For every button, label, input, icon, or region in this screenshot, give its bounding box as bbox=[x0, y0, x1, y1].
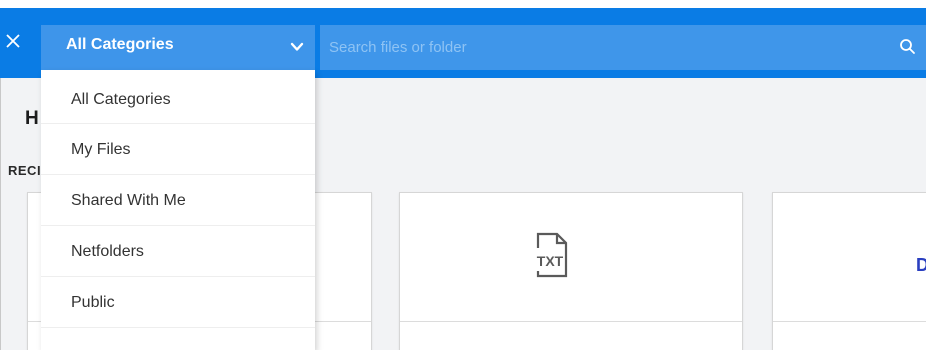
doc-file-icon: D bbox=[916, 255, 926, 275]
category-select[interactable]: All Categories bbox=[41, 25, 315, 70]
search-header: All Categories bbox=[0, 8, 926, 78]
txt-badge: TXT bbox=[537, 253, 564, 269]
menu-item-public[interactable]: Public bbox=[41, 277, 315, 328]
category-select-label: All Categories bbox=[66, 36, 174, 53]
file-card-txt[interactable]: TXT bbox=[399, 192, 743, 350]
page-title: H bbox=[25, 108, 39, 129]
search-input[interactable] bbox=[320, 25, 880, 70]
card-divider bbox=[773, 321, 926, 322]
txt-file-icon: TXT bbox=[537, 232, 568, 278]
file-card-doc[interactable]: D bbox=[772, 192, 926, 350]
card-divider bbox=[400, 321, 742, 322]
menu-item-shared-with-me[interactable]: Shared With Me bbox=[41, 175, 315, 226]
app-window: All Categories H RECI TXT D All Cate bbox=[0, 8, 926, 350]
chevron-down-icon bbox=[290, 42, 304, 51]
menu-item-all-categories[interactable]: All Categories bbox=[41, 70, 315, 124]
category-dropdown-menu: All Categories My Files Shared With Me N… bbox=[41, 70, 315, 350]
search-bar bbox=[320, 25, 926, 70]
menu-item-netfolders[interactable]: Netfolders bbox=[41, 226, 315, 277]
close-icon[interactable] bbox=[4, 32, 22, 50]
menu-item-my-files[interactable]: My Files bbox=[41, 124, 315, 175]
search-icon[interactable] bbox=[899, 38, 916, 55]
section-label-recent: RECI bbox=[8, 163, 42, 178]
